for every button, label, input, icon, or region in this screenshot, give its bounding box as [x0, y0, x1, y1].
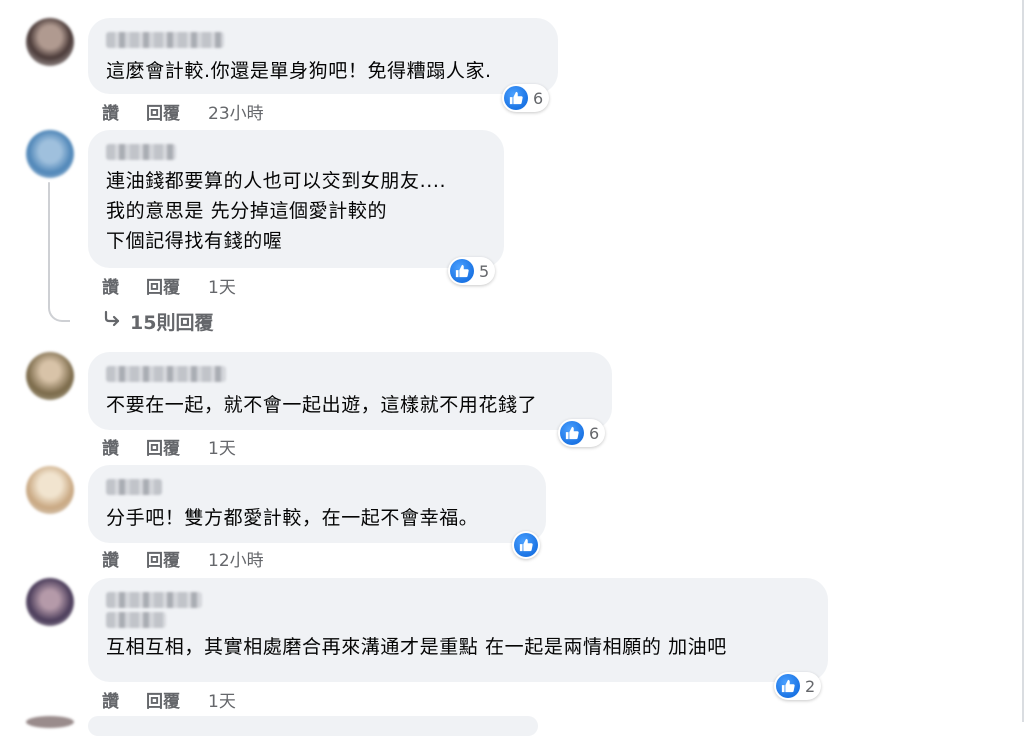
reply-arrow-icon — [102, 310, 122, 333]
comment-text: 不要在一起，就不會一起出遊，這樣就不用花錢了 — [106, 394, 538, 416]
comment-text: 連油錢都要算的人也可以交到女朋友.... 我的意思是 先分掉這個愛計較的 下個記… — [106, 170, 447, 252]
thumbs-up-icon — [514, 533, 538, 557]
comment-actions: 讚 回覆 23小時 — [102, 99, 264, 124]
comment-actions: 讚 回覆 1天 — [102, 687, 236, 712]
reply-button[interactable]: 回覆 — [146, 546, 208, 571]
view-more-replies[interactable]: 15則回覆 — [102, 308, 213, 335]
comment-text: 互相互相，其實相處磨合再來溝通才是重點 在一起是兩情相願的 加油吧 — [106, 636, 727, 658]
like-button[interactable]: 讚 — [102, 434, 146, 459]
thumbs-up-icon — [450, 259, 474, 283]
avatar[interactable] — [26, 716, 74, 728]
timestamp[interactable]: 23小時 — [208, 99, 264, 124]
timestamp[interactable]: 1天 — [208, 273, 236, 298]
more-replies-label: 15則回覆 — [130, 312, 214, 334]
author-name-blurred[interactable] — [106, 366, 226, 382]
like-button[interactable]: 讚 — [102, 687, 146, 712]
author-name-blurred[interactable] — [106, 32, 224, 48]
comment-actions: 讚 回覆 1天 — [102, 434, 236, 459]
thumbs-up-icon — [504, 86, 528, 110]
reply-button[interactable]: 回覆 — [146, 99, 208, 124]
comment-actions: 讚 回覆 12小時 — [102, 546, 264, 571]
author-name-blurred[interactable] — [106, 144, 176, 160]
comment-bubble: 分手吧！雙方都愛計較，在一起不會幸福。 — [88, 465, 546, 543]
thread-line — [48, 182, 50, 302]
reaction-count[interactable]: 5 — [448, 257, 496, 285]
avatar[interactable] — [26, 466, 74, 514]
reply-button[interactable]: 回覆 — [146, 434, 208, 459]
author-name-blurred[interactable] — [106, 479, 162, 495]
like-button[interactable]: 讚 — [102, 546, 146, 571]
timestamp[interactable]: 1天 — [208, 687, 236, 712]
like-button[interactable]: 讚 — [102, 99, 146, 124]
reaction-count-label: 6 — [533, 88, 544, 108]
thumbs-up-icon — [560, 421, 584, 445]
comment-bubble: 不要在一起，就不會一起出遊，這樣就不用花錢了 — [88, 352, 612, 430]
avatar[interactable] — [26, 130, 74, 178]
comment-bubble: 連油錢都要算的人也可以交到女朋友.... 我的意思是 先分掉這個愛計較的 下個記… — [88, 130, 504, 268]
author-name-blurred[interactable] — [106, 592, 202, 608]
comment-text: 這麼會計較.你還是單身狗吧！免得糟蹋人家. — [106, 60, 492, 82]
comment-bubble: 這麼會計較.你還是單身狗吧！免得糟蹋人家. — [88, 18, 558, 94]
timestamp[interactable]: 1天 — [208, 434, 236, 459]
reply-button[interactable]: 回覆 — [146, 273, 208, 298]
avatar[interactable] — [26, 18, 74, 66]
author-name-blurred-line2 — [106, 612, 166, 628]
timestamp[interactable]: 12小時 — [208, 546, 264, 571]
reaction-count-label: 6 — [589, 423, 600, 443]
reaction-count[interactable] — [512, 531, 540, 559]
thumbs-up-icon — [776, 674, 800, 698]
reaction-count[interactable]: 6 — [558, 419, 606, 447]
reaction-count-label: 2 — [805, 676, 816, 696]
like-button[interactable]: 讚 — [102, 273, 146, 298]
comment-actions: 讚 回覆 1天 — [102, 273, 236, 298]
reply-button[interactable]: 回覆 — [146, 687, 208, 712]
avatar[interactable] — [26, 578, 74, 626]
comment-bubble: 互相互相，其實相處磨合再來溝通才是重點 在一起是兩情相願的 加油吧 — [88, 578, 828, 682]
comment-text: 分手吧！雙方都愛計較，在一起不會幸福。 — [106, 507, 479, 529]
reaction-count[interactable]: 6 — [502, 84, 550, 112]
reaction-count[interactable]: 2 — [774, 672, 822, 700]
avatar[interactable] — [26, 352, 74, 400]
comment-bubble-partial — [88, 716, 538, 736]
reaction-count-label: 5 — [479, 261, 490, 281]
thread-corner — [48, 300, 70, 322]
